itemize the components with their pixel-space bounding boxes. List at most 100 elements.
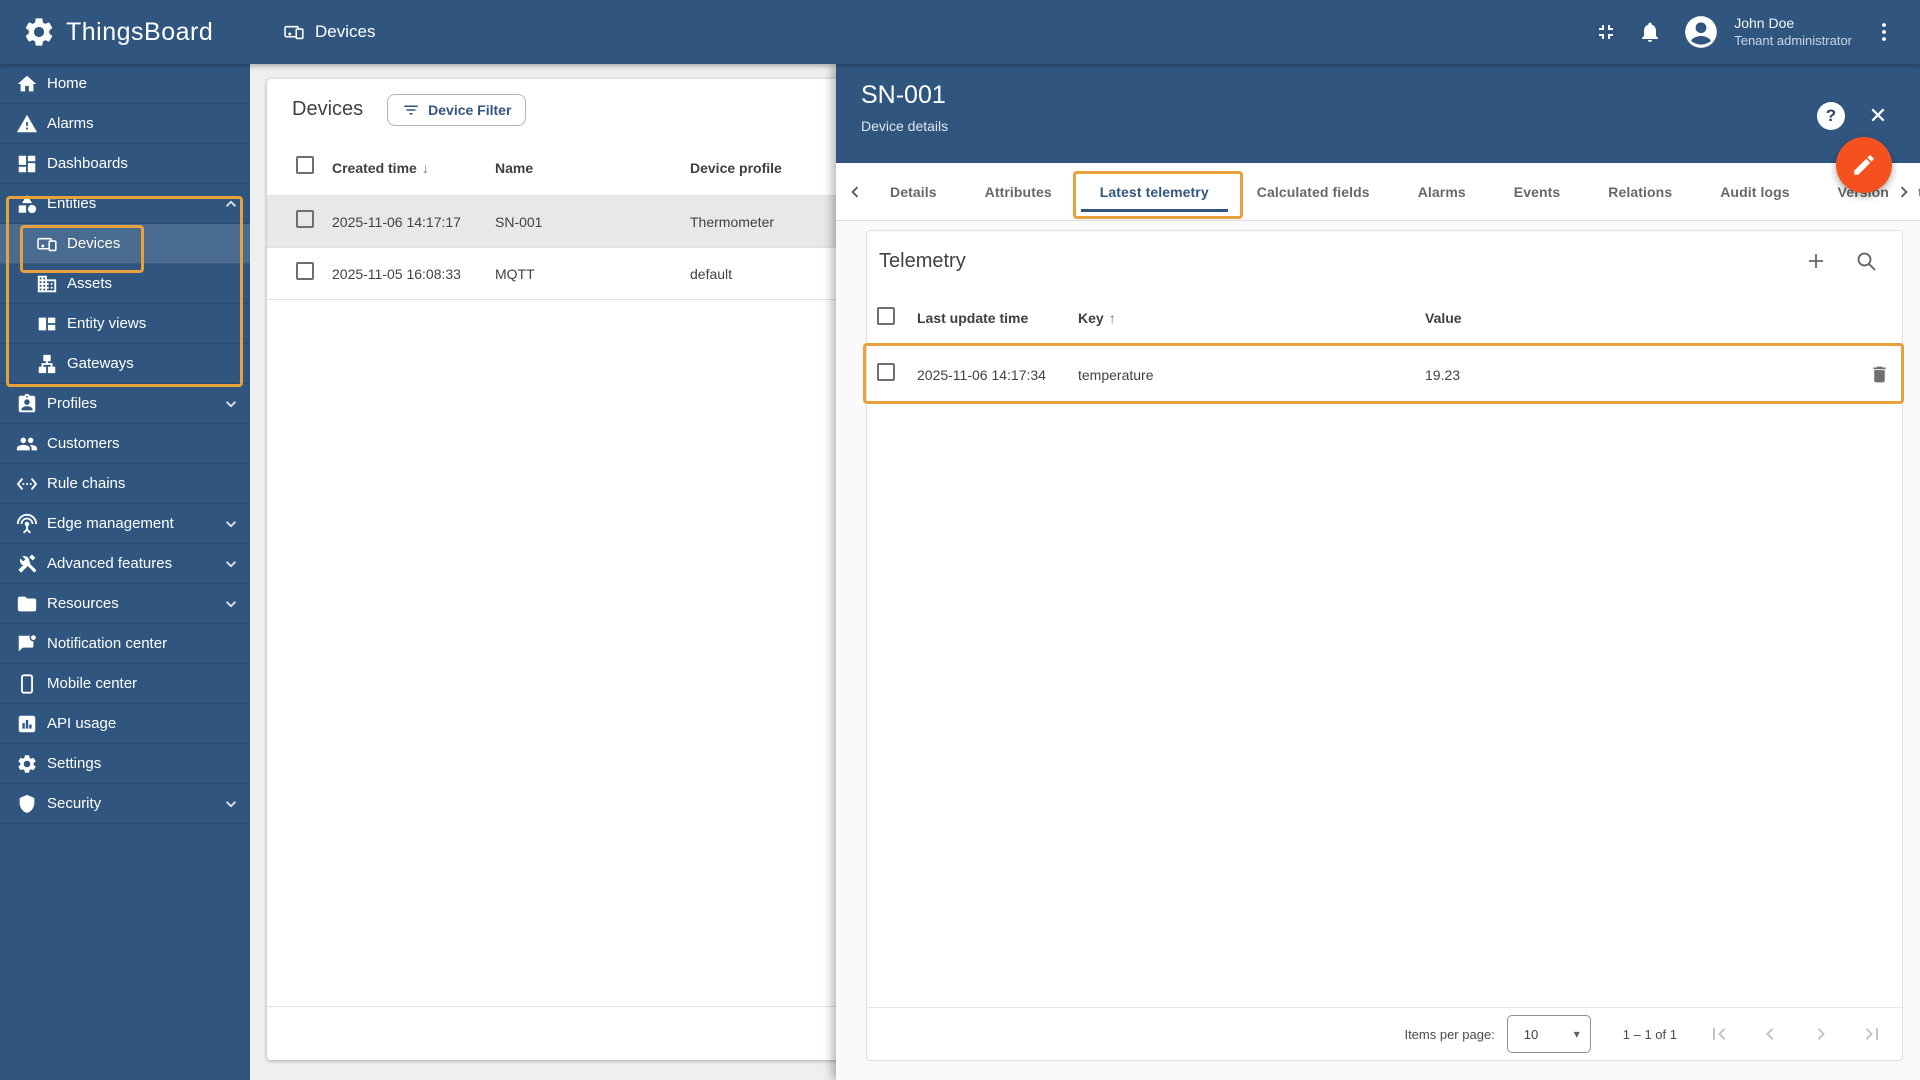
details-header: SN-001 Device details ? ✕ (836, 64, 1920, 163)
resources-icon (16, 593, 38, 615)
column-header-last-update-time[interactable]: Last update time (917, 310, 1078, 326)
sidebar-item-settings[interactable]: Settings (0, 744, 250, 784)
chevron-right-icon (1893, 181, 1915, 203)
edit-device-fab[interactable] (1836, 137, 1892, 193)
column-header-name[interactable]: Name (495, 160, 690, 176)
next-page-icon[interactable] (1809, 1022, 1833, 1046)
device-filter-button[interactable]: Device Filter (387, 93, 527, 126)
telemetry-card: Telemetry Last update time Key ↑ Value 2… (866, 230, 1903, 1061)
search-icon[interactable] (1854, 249, 1878, 273)
sidebar-item-entity-views[interactable]: Entity views (0, 304, 250, 344)
tabs-scroll-right[interactable] (1890, 163, 1918, 220)
devices-card-title: Devices (292, 98, 364, 120)
sidebar-item-api-usage[interactable]: API usage (0, 704, 250, 744)
chevron-down-icon (221, 794, 241, 814)
tab-events[interactable]: Events (1490, 163, 1585, 220)
profiles-icon (16, 393, 38, 415)
close-icon[interactable]: ✕ (1864, 102, 1892, 130)
entity-views-icon (36, 313, 58, 335)
sidebar-item-mobile-center[interactable]: Mobile center (0, 664, 250, 704)
last-page-icon[interactable] (1860, 1022, 1884, 1046)
devices-icon (36, 233, 58, 255)
row-checkbox[interactable] (296, 262, 314, 280)
previous-page-icon[interactable] (1758, 1022, 1782, 1046)
row-checkbox[interactable] (877, 363, 895, 381)
advanced-features-icon (16, 553, 38, 575)
sidebar-item-home[interactable]: Home (0, 64, 250, 104)
tab-audit-logs[interactable]: Audit logs (1696, 163, 1813, 220)
filter-icon (402, 101, 420, 119)
telemetry-table-header: Last update time Key ↑ Value (867, 291, 1902, 346)
more-vert-icon[interactable] (1872, 20, 1896, 44)
avatar[interactable] (1682, 13, 1720, 51)
sidebar-item-entities[interactable]: Entities (0, 184, 250, 224)
sidebar-item-gateways[interactable]: Gateways (0, 344, 250, 384)
sidebar-item-customers[interactable]: Customers (0, 424, 250, 464)
sidebar-item-edge-management[interactable]: Edge management (0, 504, 250, 544)
sidebar-item-advanced-features[interactable]: Advanced features (0, 544, 250, 584)
chevron-down-icon (221, 514, 241, 534)
breadcrumb: Devices (283, 21, 375, 43)
edge-management-icon (16, 513, 38, 535)
tab-alarms[interactable]: Alarms (1394, 163, 1490, 220)
add-telemetry-icon[interactable] (1804, 249, 1828, 273)
page-range-label: 1 – 1 of 1 (1622, 1026, 1677, 1042)
tab-details[interactable]: Details (866, 163, 961, 220)
assets-icon (36, 273, 58, 295)
settings-icon (16, 753, 38, 775)
home-icon (16, 73, 38, 95)
details-title: SN-001 (861, 81, 946, 109)
thingsboard-logo[interactable]: ThingsBoard (0, 15, 250, 49)
tab-attributes[interactable]: Attributes (961, 163, 1076, 220)
security-icon (16, 793, 38, 815)
fullscreen-exit-icon[interactable] (1594, 20, 1618, 44)
delete-trash-icon[interactable] (1869, 364, 1890, 385)
sidebar-item-alarms[interactable]: Alarms (0, 104, 250, 144)
notifications-bell-icon[interactable] (1638, 20, 1662, 44)
user-role: Tenant administrator (1734, 32, 1852, 48)
sidebar-item-dashboards[interactable]: Dashboards (0, 144, 250, 184)
devices-icon (283, 21, 305, 43)
help-icon[interactable]: ? (1817, 102, 1845, 130)
chevron-up-icon (221, 194, 241, 214)
dashboards-icon (16, 153, 38, 175)
tab-latest-telemetry[interactable]: Latest telemetry (1076, 163, 1233, 220)
user-info[interactable]: John Doe Tenant administrator (1734, 15, 1852, 49)
page-title: Devices (315, 22, 376, 41)
tab-calculated-fields[interactable]: Calculated fields (1233, 163, 1394, 220)
rule-chains-icon (16, 473, 38, 495)
column-header-created-time[interactable]: Created time ↓ (332, 160, 495, 176)
notification-center-icon (16, 633, 38, 655)
column-header-value[interactable]: Value (1425, 310, 1856, 326)
customers-icon (16, 433, 38, 455)
sidebar-item-resources[interactable]: Resources (0, 584, 250, 624)
device-details-panel: SN-001 Device details ? ✕ Details Attrib… (836, 64, 1920, 1080)
gateways-icon (36, 353, 58, 375)
tabs-scroll-left[interactable] (844, 163, 866, 220)
row-checkbox[interactable] (296, 210, 314, 228)
telemetry-paginator: Items per page: 10 ▾ 1 – 1 of 1 (867, 1007, 1902, 1060)
mobile-center-icon (16, 673, 38, 695)
page-size-select[interactable]: 10 ▾ (1506, 1015, 1591, 1053)
sidebar-item-security[interactable]: Security (0, 784, 250, 824)
api-usage-icon (16, 713, 38, 735)
sort-asc-icon: ↑ (1108, 310, 1116, 326)
first-page-icon[interactable] (1707, 1022, 1731, 1046)
telemetry-row-temperature[interactable]: 2025-11-06 14:17:34 temperature 19.23 (867, 346, 1902, 404)
select-all-checkbox[interactable] (877, 306, 895, 325)
alarms-icon (16, 113, 38, 135)
sort-desc-icon: ↓ (421, 159, 429, 176)
column-header-key[interactable]: Key ↑ (1078, 310, 1425, 326)
chevron-down-icon (221, 394, 241, 414)
sidebar: Home Alarms Dashboards Entities Devices … (0, 64, 250, 1080)
sidebar-item-notification-center[interactable]: Notification center (0, 624, 250, 664)
sidebar-item-profiles[interactable]: Profiles (0, 384, 250, 424)
sidebar-item-rule-chains[interactable]: Rule chains (0, 464, 250, 504)
select-all-checkbox[interactable] (296, 156, 314, 174)
pencil-icon (1851, 152, 1877, 178)
sidebar-item-assets[interactable]: Assets (0, 264, 250, 304)
tab-relations[interactable]: Relations (1584, 163, 1696, 220)
dropdown-caret-icon: ▾ (1573, 1027, 1580, 1041)
entities-icon (16, 193, 38, 215)
sidebar-item-devices[interactable]: Devices (0, 224, 250, 264)
